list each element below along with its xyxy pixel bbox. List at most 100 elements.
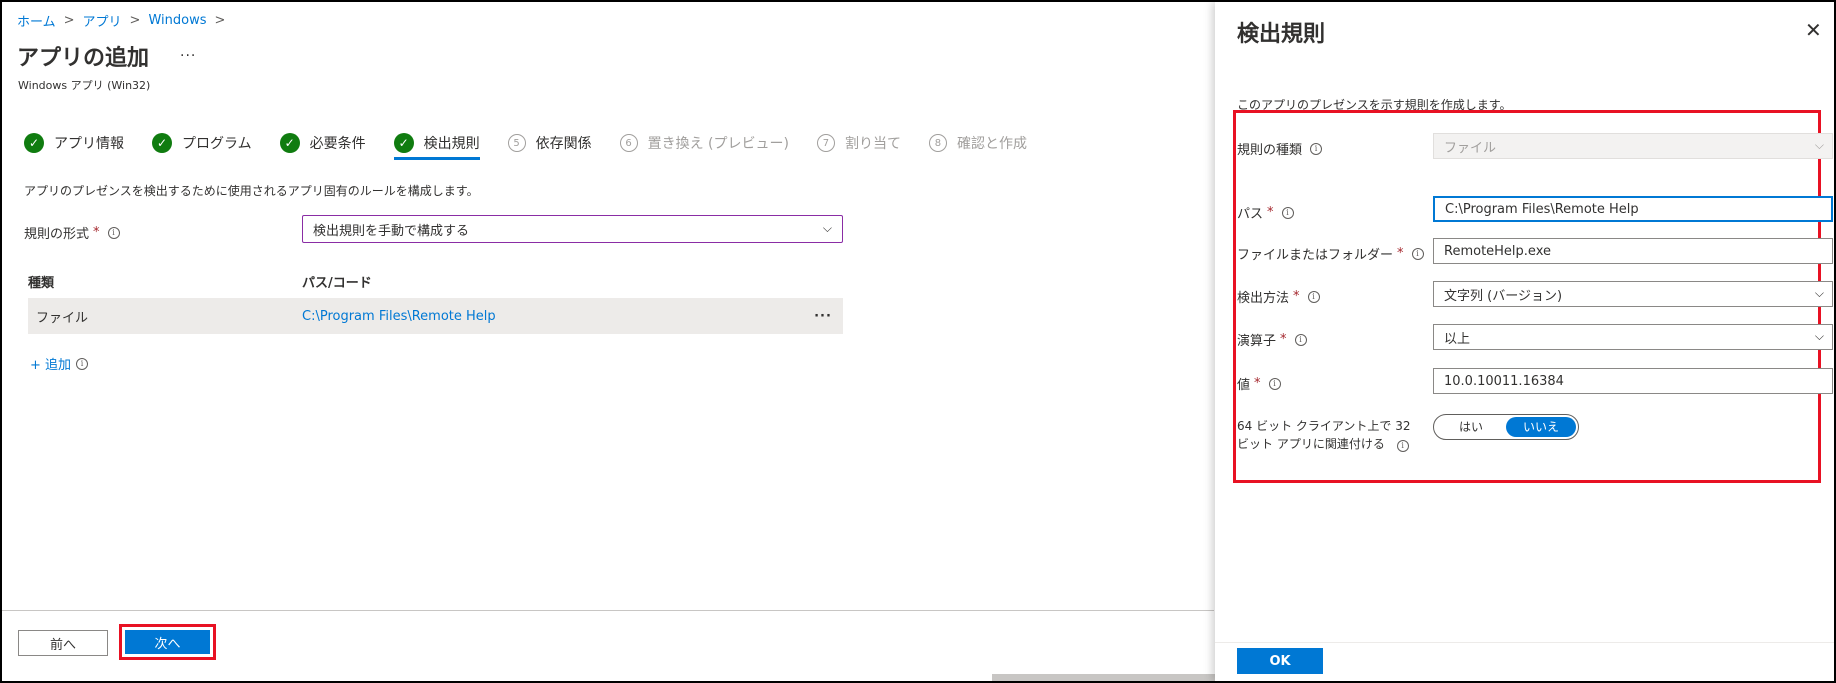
- operator-value: 以上: [1444, 331, 1471, 347]
- required-marker: *: [1293, 289, 1300, 304]
- chevron-down-icon: ⌵: [822, 221, 832, 235]
- column-header-type: 種類: [28, 276, 55, 291]
- step-number-icon: 7: [816, 134, 835, 152]
- breadcrumb-windows[interactable]: Windows: [148, 13, 206, 28]
- step-label: アプリ情報: [54, 136, 124, 152]
- chevron-down-icon: ⌵: [1814, 286, 1824, 300]
- tab-app-info[interactable]: ✓ アプリ情報: [24, 133, 124, 153]
- value-input[interactable]: 10.0.10011.16384: [1433, 368, 1833, 394]
- rule-type-label: 規則の種類 i: [1237, 139, 1323, 158]
- operator-label-text: 演算子: [1237, 334, 1277, 349]
- info-icon[interactable]: i: [1268, 377, 1281, 390]
- value-value: 10.0.10011.16384: [1444, 373, 1564, 389]
- cell-type: ファイル: [36, 310, 89, 326]
- tab-program[interactable]: ✓ プログラム: [152, 133, 252, 153]
- rule-format-value: 検出規則を手動で構成する: [313, 223, 470, 239]
- operator-dropdown[interactable]: 以上 ⌵: [1433, 324, 1833, 350]
- required-marker: *: [1267, 205, 1274, 220]
- column-header-path: パス/コード: [302, 276, 372, 291]
- breadcrumb-separator: >: [63, 13, 75, 28]
- section-description: アプリのプレゼンスを検出するために使用されるアプリ固有のルールを構成します。: [24, 184, 479, 198]
- rule-format-dropdown[interactable]: 検出規則を手動で構成する ⌵: [302, 215, 843, 243]
- add-app-pane: ホーム > アプリ > Windows > アプリの追加 ··· Windows…: [2, 2, 1218, 681]
- tab-requirements[interactable]: ✓ 必要条件: [279, 133, 366, 153]
- step-label: 必要条件: [309, 136, 366, 152]
- step-number-icon: 8: [928, 134, 947, 152]
- path-label: パス * i: [1237, 203, 1294, 222]
- assoc-32bit-label-text: 64 ビット クライアント上で 32 ビット アプリに関連付ける: [1237, 419, 1411, 451]
- info-icon[interactable]: i: [76, 357, 89, 370]
- info-icon[interactable]: i: [1281, 206, 1294, 219]
- toggle-no-option[interactable]: いいえ: [1506, 417, 1576, 437]
- assoc-32bit-label: 64 ビット クライアント上で 32 ビット アプリに関連付ける i: [1237, 417, 1425, 453]
- breadcrumb-home[interactable]: ホーム: [17, 11, 56, 30]
- breadcrumb-apps[interactable]: アプリ: [83, 11, 122, 30]
- detection-method-dropdown[interactable]: 文字列 (バージョン) ⌵: [1433, 281, 1833, 307]
- step-number-icon: 5: [507, 134, 526, 152]
- rule-type-label-text: 規則の種類: [1237, 143, 1303, 158]
- close-icon[interactable]: ✕: [1805, 18, 1822, 42]
- rules-table-header: 種類 パス/コード: [28, 272, 843, 291]
- breadcrumb-separator: >: [214, 13, 226, 28]
- step-label: 検出規則: [423, 136, 480, 152]
- path-input[interactable]: C:\Program Files\Remote Help: [1433, 196, 1833, 222]
- info-icon[interactable]: i: [1294, 333, 1307, 346]
- step-number-icon: 6: [619, 134, 638, 152]
- value-label-text: 値: [1237, 378, 1251, 393]
- required-marker: *: [93, 225, 100, 240]
- path-value: C:\Program Files\Remote Help: [1445, 201, 1639, 217]
- file-or-folder-label-text: ファイルまたはフォルダー: [1237, 248, 1394, 263]
- toggle-yes-option[interactable]: はい: [1436, 417, 1506, 437]
- tab-dependencies[interactable]: 5 依存関係: [507, 133, 592, 153]
- next-button-highlight: 次へ: [119, 624, 216, 660]
- assoc-32bit-toggle[interactable]: はい いいえ: [1433, 414, 1579, 440]
- info-icon[interactable]: i: [1396, 440, 1409, 452]
- check-icon: ✓: [24, 133, 44, 153]
- step-label: 依存関係: [535, 136, 592, 152]
- chevron-down-icon: ⌵: [1814, 329, 1824, 343]
- step-label: 割り当て: [844, 136, 901, 152]
- file-or-folder-value: RemoteHelp.exe: [1444, 243, 1551, 259]
- info-icon[interactable]: i: [1411, 247, 1424, 260]
- info-icon[interactable]: i: [107, 226, 120, 239]
- step-label: プログラム: [182, 136, 252, 152]
- cell-path-link[interactable]: C:\Program Files\Remote Help: [302, 309, 803, 324]
- more-options-icon[interactable]: ···: [180, 48, 196, 64]
- horizontal-scrollbar[interactable]: [992, 674, 1218, 681]
- add-rule-link[interactable]: + 追加 i: [30, 354, 89, 373]
- footer-divider: [2, 610, 1214, 611]
- tab-detection-rules[interactable]: ✓ 検出規則: [393, 133, 480, 160]
- file-or-folder-input[interactable]: RemoteHelp.exe: [1433, 238, 1833, 264]
- tab-assignments: 7 割り当て: [816, 133, 901, 153]
- add-rule-label: + 追加: [30, 358, 72, 373]
- detection-method-label-text: 検出方法: [1237, 291, 1290, 306]
- path-label-text: パス: [1237, 207, 1264, 222]
- rule-format-label-text: 規則の形式: [24, 227, 90, 242]
- step-label: 確認と作成: [956, 136, 1027, 152]
- detection-method-label: 検出方法 * i: [1237, 287, 1320, 306]
- detection-method-value: 文字列 (バージョン): [1444, 288, 1563, 304]
- next-button[interactable]: 次へ: [125, 630, 210, 654]
- page-title: アプリの追加: [17, 46, 150, 71]
- detection-rule-panel: 検出規則 ✕ このアプリのプレゼンスを示す規則を作成します。 規則の種類 i フ…: [1215, 2, 1834, 681]
- rule-type-value: ファイル: [1444, 140, 1497, 156]
- panel-title: 検出規則: [1237, 22, 1326, 47]
- tab-review-create: 8 確認と作成: [928, 133, 1027, 153]
- page-subtitle: Windows アプリ (Win32): [18, 79, 151, 92]
- breadcrumb: ホーム > アプリ > Windows >: [17, 11, 225, 30]
- previous-button[interactable]: 前へ: [18, 630, 108, 656]
- tab-supersedence: 6 置き換え (プレビュー): [619, 133, 789, 153]
- required-marker: *: [1254, 376, 1261, 391]
- rule-type-dropdown: ファイル ⌵: [1433, 133, 1833, 159]
- required-marker: *: [1280, 332, 1287, 347]
- info-icon[interactable]: i: [1307, 290, 1320, 303]
- check-icon: ✓: [279, 133, 300, 153]
- info-icon[interactable]: i: [1310, 142, 1323, 155]
- rule-format-label: 規則の形式 * i: [24, 223, 120, 242]
- chevron-down-icon: ⌵: [1814, 138, 1824, 152]
- table-row[interactable]: ファイル C:\Program Files\Remote Help ···: [28, 298, 843, 334]
- ok-button[interactable]: OK: [1237, 648, 1323, 674]
- row-more-icon[interactable]: ···: [803, 309, 843, 324]
- check-icon: ✓: [152, 133, 172, 153]
- check-icon: ✓: [393, 133, 414, 153]
